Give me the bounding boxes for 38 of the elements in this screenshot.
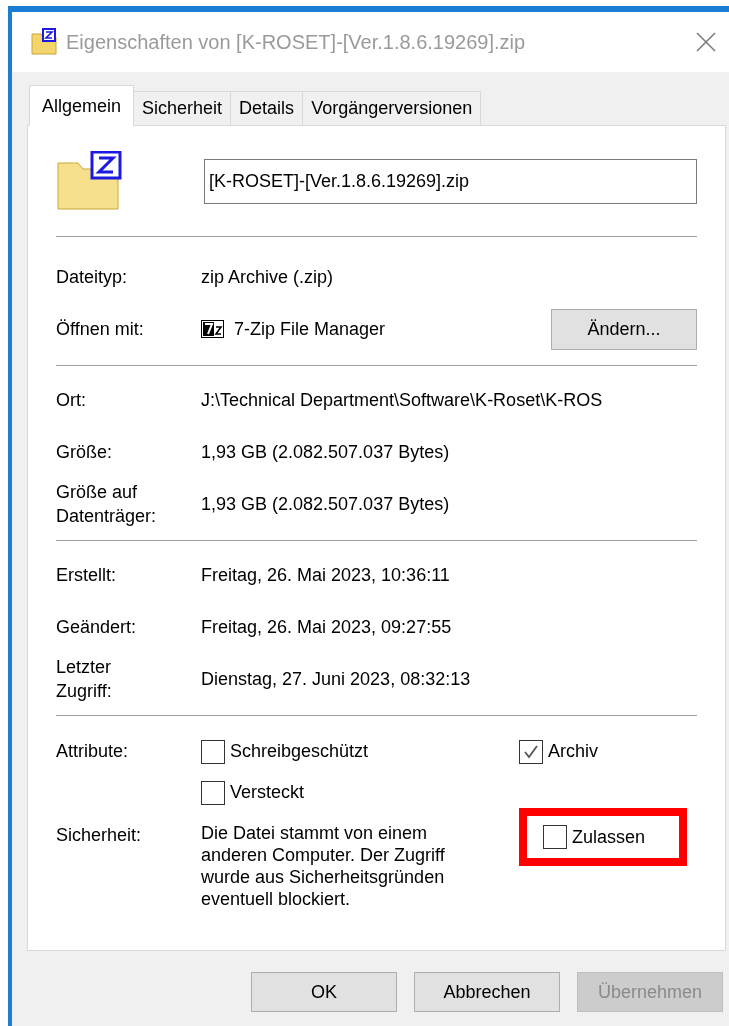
- field-value: Freitag, 26. Mai 2023, 09:27:55: [201, 615, 453, 639]
- change-button[interactable]: Ändern...: [551, 308, 697, 350]
- field-value: 7-Zip File Manager: [234, 317, 387, 341]
- field-label: Dateityp:: [56, 266, 129, 289]
- field-value: Dienstag, 27. Juni 2023, 08:32:13: [201, 667, 472, 691]
- checkbox[interactable]: [519, 739, 543, 764]
- checkbox[interactable]: [201, 780, 225, 805]
- field-value: 1,93 GB (2.082.507.037 Bytes): [201, 492, 451, 516]
- field-label: Größe auf Datenträger:: [56, 481, 158, 528]
- file-name-field[interactable]: [K-ROSET]-[Ver.1.8.6.19269].zip: [204, 158, 697, 204]
- folder-zip-icon: [56, 151, 122, 211]
- checkbox-label: Zulassen: [572, 825, 646, 849]
- checkbox[interactable]: [201, 739, 225, 764]
- checkbox-label: Schreibgeschützt: [230, 740, 369, 763]
- field-value: 1,93 GB (2.082.507.037 Bytes): [201, 440, 451, 464]
- field-value: Freitag, 26. Mai 2023, 10:36:11: [201, 563, 451, 587]
- field-label: Attribute:: [56, 740, 130, 763]
- field-label: Ort:: [56, 389, 87, 412]
- checkbox-label: Versteckt: [230, 781, 305, 804]
- field-label: Größe:: [56, 441, 113, 464]
- folder-zip-icon: [30, 28, 58, 56]
- checkbox-label: Archiv: [548, 740, 598, 763]
- dialog-button[interactable]: Abbrechen: [414, 972, 560, 1012]
- tab[interactable]: Allgemein: [29, 85, 135, 126]
- field-label: Öffnen mit:: [56, 318, 145, 341]
- tab[interactable]: Vorgängerversionen: [302, 91, 482, 125]
- dialog-button[interactable]: OK: [251, 972, 397, 1012]
- window-title: Eigenschaften von [K-ROSET]-[Ver.1.8.6.19269].zip: [66, 30, 527, 55]
- app-icon: [201, 320, 224, 338]
- field-value: J:\Technical Department\Software\K-Roset\K-ROS: [201, 388, 604, 412]
- checkbox[interactable]: [543, 825, 567, 849]
- field-label: Letzter Zugriff:: [56, 656, 113, 703]
- close-icon[interactable]: [695, 31, 717, 53]
- field-label: Geändert:: [56, 616, 138, 639]
- field-value: zip Archive (.zip): [201, 265, 335, 289]
- field-label: Sicherheit:: [56, 824, 143, 847]
- security-note: Die Datei stammt von einem anderen Computer. Der Zugriff wurde aus Sicherheitsgründen eventuell blockiert.: [201, 822, 446, 910]
- field-label: Erstellt:: [56, 564, 117, 587]
